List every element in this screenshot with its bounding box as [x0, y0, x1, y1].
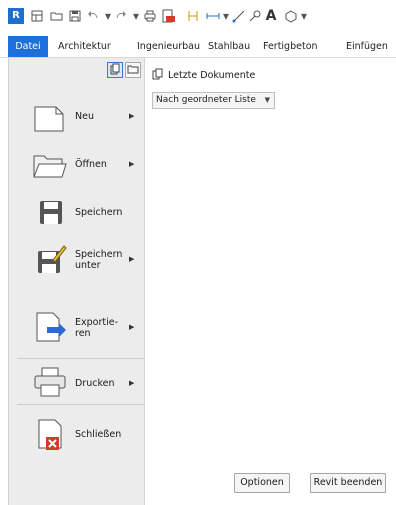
submenu-arrow-icon: ▶	[129, 112, 135, 120]
menu-item-exportieren[interactable]: Exportie- ren ▶	[9, 304, 144, 350]
undo-icon[interactable]	[86, 9, 100, 23]
aligned-dimension-icon[interactable]	[232, 9, 246, 23]
submenu-arrow-icon: ▶	[129, 255, 135, 263]
print-icon[interactable]	[143, 9, 157, 23]
open-folder-icon[interactable]	[50, 9, 64, 23]
grid-icon[interactable]	[30, 9, 44, 23]
menu-item-speichern-unter[interactable]: Speichern unter ▶	[9, 236, 144, 282]
recent-documents-title: Letzte Dokumente	[168, 70, 256, 81]
submenu-arrow-icon: ▶	[129, 379, 135, 387]
quick-access-toolbar: R ▾ ▾ ▾ A ▾	[0, 0, 396, 36]
tab-stahlbau[interactable]: Stahlbau	[208, 36, 250, 57]
exit-revit-button[interactable]: Revit beenden	[310, 473, 386, 493]
redo-dropdown-icon[interactable]: ▾	[132, 9, 140, 23]
close-document-icon	[33, 417, 67, 451]
menu-item-drucken[interactable]: Drucken ▶	[9, 359, 144, 405]
redo-icon[interactable]	[114, 9, 128, 23]
ribbon-tab-bar: Datei Architektur Ingenieurbau Stahlbau …	[0, 36, 396, 58]
tab-architektur[interactable]: Architektur	[58, 36, 111, 57]
menu-label-neu: Neu	[75, 111, 94, 122]
tab-fertigbeton[interactable]: Fertigbeton	[263, 36, 318, 57]
chevron-down-icon: ▼	[264, 96, 270, 104]
recent-documents-toggle[interactable]	[107, 62, 123, 78]
tab-einfuegen[interactable]: Einfügen	[346, 36, 388, 57]
open-documents-toggle[interactable]	[125, 62, 141, 78]
submenu-arrow-icon: ▶	[129, 323, 135, 331]
menu-label-speichern-unter: Speichern unter	[75, 249, 123, 271]
sort-order-dropdown[interactable]: Nach geordneter Liste ▼	[152, 92, 275, 109]
menu-item-neu[interactable]: Neu ▶	[9, 94, 144, 140]
menu-label-speichern: Speichern	[75, 207, 123, 218]
save-as-icon	[33, 242, 67, 276]
save-icon[interactable]	[68, 9, 82, 23]
sort-order-value: Nach geordneter Liste	[156, 95, 256, 105]
menu-label-oeffnen: Öffnen	[75, 159, 107, 170]
submenu-arrow-icon: ▶	[129, 160, 135, 168]
new-document-icon	[33, 100, 67, 134]
pdf-export-icon[interactable]	[161, 9, 175, 23]
open-folder-icon	[33, 147, 67, 181]
measure-icon[interactable]	[186, 9, 200, 23]
3d-view-dropdown-icon[interactable]: ▾	[300, 9, 308, 23]
menu-separator	[17, 404, 144, 405]
recent-documents-icon	[152, 68, 164, 80]
print-icon	[33, 365, 67, 399]
options-button[interactable]: Optionen	[234, 473, 290, 493]
menu-label-exportieren: Exportie- ren	[75, 317, 119, 339]
3d-view-icon[interactable]	[284, 9, 298, 23]
export-icon	[33, 310, 67, 344]
menu-item-oeffnen[interactable]: Öffnen ▶	[9, 141, 144, 187]
app-logo[interactable]: R	[8, 8, 24, 24]
tab-ingenieurbau[interactable]: Ingenieurbau	[137, 36, 200, 57]
dimension-icon[interactable]	[206, 9, 220, 23]
save-icon	[33, 194, 67, 228]
dimension-dropdown-icon[interactable]: ▾	[222, 9, 230, 23]
menu-item-schliessen[interactable]: Schließen	[9, 411, 144, 457]
text-icon[interactable]: A	[264, 9, 278, 23]
menu-item-speichern[interactable]: Speichern	[9, 188, 144, 234]
undo-dropdown-icon[interactable]: ▾	[104, 9, 112, 23]
tab-datei[interactable]: Datei	[8, 36, 48, 57]
menu-label-drucken: Drucken	[75, 378, 115, 389]
recent-documents-pane: Letzte Dokumente Nach geordneter Liste ▼…	[146, 58, 396, 505]
menu-label-schliessen: Schließen	[75, 429, 122, 440]
application-menu: Neu ▶ Öffnen ▶ Speichern Speichern unter…	[8, 58, 145, 505]
spot-elevation-icon[interactable]	[248, 9, 262, 23]
recent-documents-header: Letzte Dokumente	[152, 68, 255, 81]
